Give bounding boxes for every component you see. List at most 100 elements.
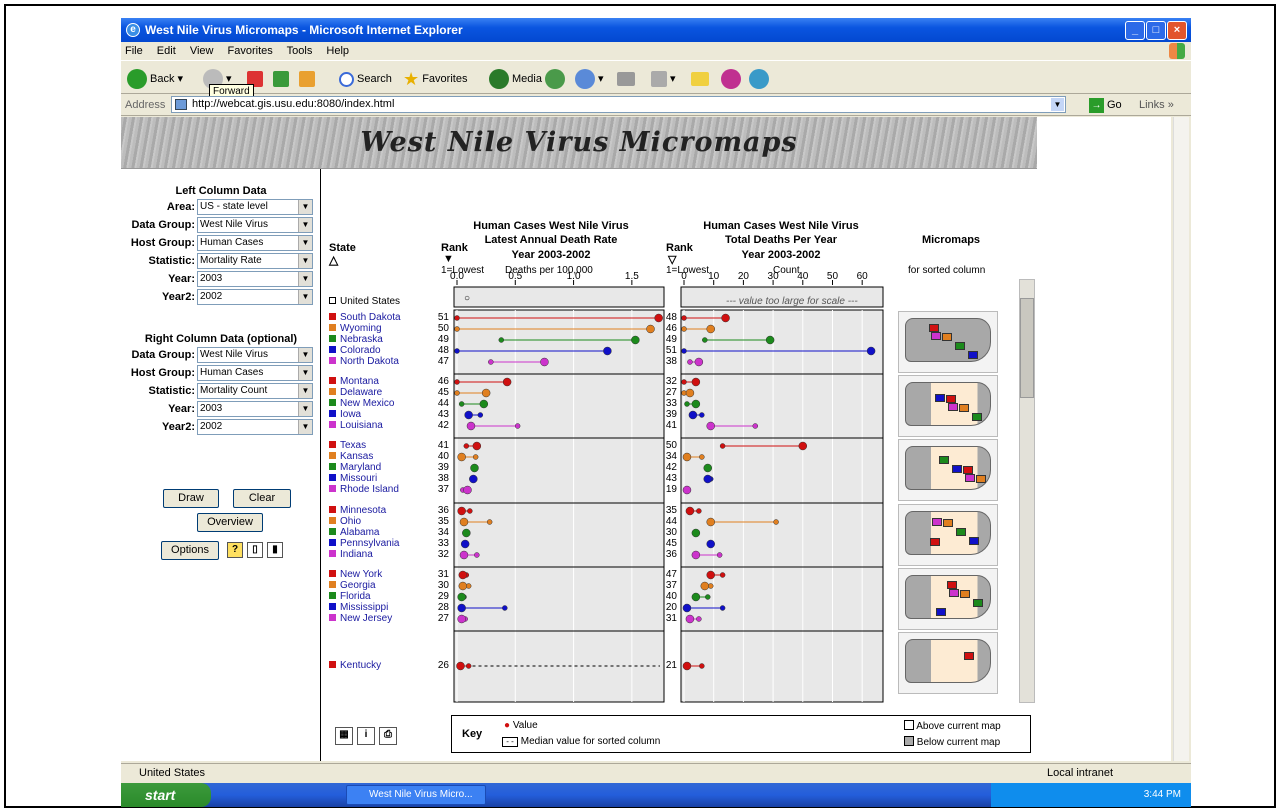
state-row[interactable]: Ohio (329, 516, 429, 527)
highlighted-state (930, 538, 940, 546)
rank-left: 48 (437, 345, 449, 356)
maximize-button[interactable]: □ (1146, 21, 1166, 40)
us-checkbox[interactable] (329, 297, 336, 304)
discuss-button[interactable] (749, 69, 772, 90)
state-row[interactable]: Kansas (329, 451, 429, 462)
taskbar-ie-window[interactable]: West Nile Virus Micro... (346, 785, 486, 805)
table-icon[interactable]: ▦ (335, 727, 353, 745)
go-button[interactable]: → Go (1089, 95, 1122, 115)
menu-edit[interactable]: Edit (157, 45, 176, 57)
folder-button[interactable] (691, 69, 712, 89)
us-micromap (898, 504, 998, 566)
media-button[interactable]: Media (489, 69, 542, 90)
state-row[interactable]: Nebraska (329, 334, 429, 345)
menu-help[interactable]: Help (326, 45, 349, 57)
rank-right: 20 (665, 602, 677, 613)
tick-label: 40 (797, 271, 809, 282)
refresh-button[interactable] (273, 69, 292, 89)
dashed-line-icon: - - (502, 737, 518, 747)
us-map-shape (905, 446, 991, 490)
rank-right: 39 (665, 409, 677, 420)
rank-right: 37 (665, 580, 677, 591)
address-dropdown-icon[interactable]: ▼ (1051, 98, 1064, 111)
state-row[interactable]: Florida (329, 591, 429, 602)
point-2003 (703, 463, 713, 473)
menu-favorites[interactable]: Favorites (228, 45, 273, 57)
state-row[interactable]: New Mexico (329, 398, 429, 409)
menu-tools[interactable]: Tools (287, 45, 313, 57)
home-button[interactable] (299, 69, 318, 89)
state-name: Montana (340, 376, 379, 387)
color-swatch (329, 357, 336, 364)
micromap-chart: 0.0 0.5 1.0 1.5 0 10 20 30 40 50 60 ○ (450, 271, 884, 703)
point-2003 (456, 661, 465, 671)
links-button[interactable]: Links » (1139, 94, 1174, 116)
state-row[interactable]: Mississippi (329, 602, 429, 613)
point-2003 (457, 452, 466, 462)
state-row[interactable]: New Jersey (329, 613, 429, 624)
print-page-icon[interactable]: ⎙ (379, 727, 397, 745)
point-2003 (798, 441, 808, 451)
menu-file[interactable]: File (125, 45, 143, 57)
state-row[interactable]: Kentucky (329, 660, 429, 671)
state-row[interactable]: Colorado (329, 345, 429, 356)
info-icon[interactable]: i (357, 727, 375, 745)
color-swatch (329, 539, 336, 546)
map-scrollbar[interactable] (1019, 279, 1035, 703)
rank-left: 43 (437, 409, 449, 420)
point-2003 (685, 388, 695, 398)
rank-right: 51 (665, 345, 677, 356)
rank-left: 49 (437, 334, 449, 345)
state-row[interactable]: Iowa (329, 409, 429, 420)
state-row[interactable]: Alabama (329, 527, 429, 538)
print-button[interactable] (617, 69, 638, 89)
close-button[interactable]: × (1167, 21, 1187, 40)
search-button[interactable]: Search (339, 69, 392, 89)
point-2003 (458, 581, 468, 591)
point-2002 (498, 337, 505, 343)
state-row[interactable]: Rhode Island (329, 484, 429, 495)
point-2003 (481, 388, 491, 398)
address-input[interactable]: http://webcat.gis.usu.edu:8080/index.htm… (171, 96, 1066, 113)
point-2002 (773, 519, 779, 525)
state-row[interactable]: South Dakota (329, 312, 429, 323)
mail-button[interactable]: ▾ (575, 69, 604, 90)
state-row[interactable]: Montana (329, 376, 429, 387)
rank-right: 43 (665, 473, 677, 484)
point-2002 (474, 552, 480, 558)
state-row[interactable]: Texas (329, 440, 429, 451)
color-swatch (329, 421, 336, 428)
key-below: Below current map (904, 736, 1000, 748)
point-2003 (463, 485, 472, 495)
back-button[interactable]: Back ▾ (127, 69, 183, 90)
messenger-button[interactable] (721, 69, 744, 90)
color-swatch (329, 441, 336, 448)
state-row[interactable]: North Dakota (329, 356, 429, 367)
favorites-button[interactable]: ★ Favorites (403, 69, 467, 89)
rank-left: 31 (437, 569, 449, 580)
tick-label: 0.0 (450, 271, 464, 282)
color-swatch (329, 550, 336, 557)
scrollbar-thumb[interactable] (1020, 298, 1034, 398)
point-2002 (699, 412, 705, 418)
minimize-button[interactable]: _ (1125, 21, 1145, 40)
state-row[interactable]: Delaware (329, 387, 429, 398)
state-row[interactable]: Pennsylvania (329, 538, 429, 549)
page-scrollbar[interactable] (1173, 117, 1189, 761)
state-row[interactable]: Louisiana (329, 420, 429, 431)
toolbar: Back ▾ ▾ Search ★ Favorites Media ▾ ▾ (121, 60, 1191, 94)
start-button[interactable]: start (121, 783, 211, 807)
point-2003 (706, 517, 715, 527)
menu-view[interactable]: View (190, 45, 214, 57)
state-row[interactable]: Maryland (329, 462, 429, 473)
history-button[interactable] (545, 69, 568, 90)
state-row[interactable]: New York (329, 569, 429, 580)
state-row[interactable]: Missouri (329, 473, 429, 484)
highlighted-state (973, 599, 983, 607)
state-row[interactable]: Minnesota (329, 505, 429, 516)
state-row[interactable]: Georgia (329, 580, 429, 591)
state-row[interactable]: Wyoming (329, 323, 429, 334)
point-2002 (696, 508, 702, 514)
state-row[interactable]: Indiana (329, 549, 429, 560)
edit-button[interactable]: ▾ (651, 69, 676, 89)
